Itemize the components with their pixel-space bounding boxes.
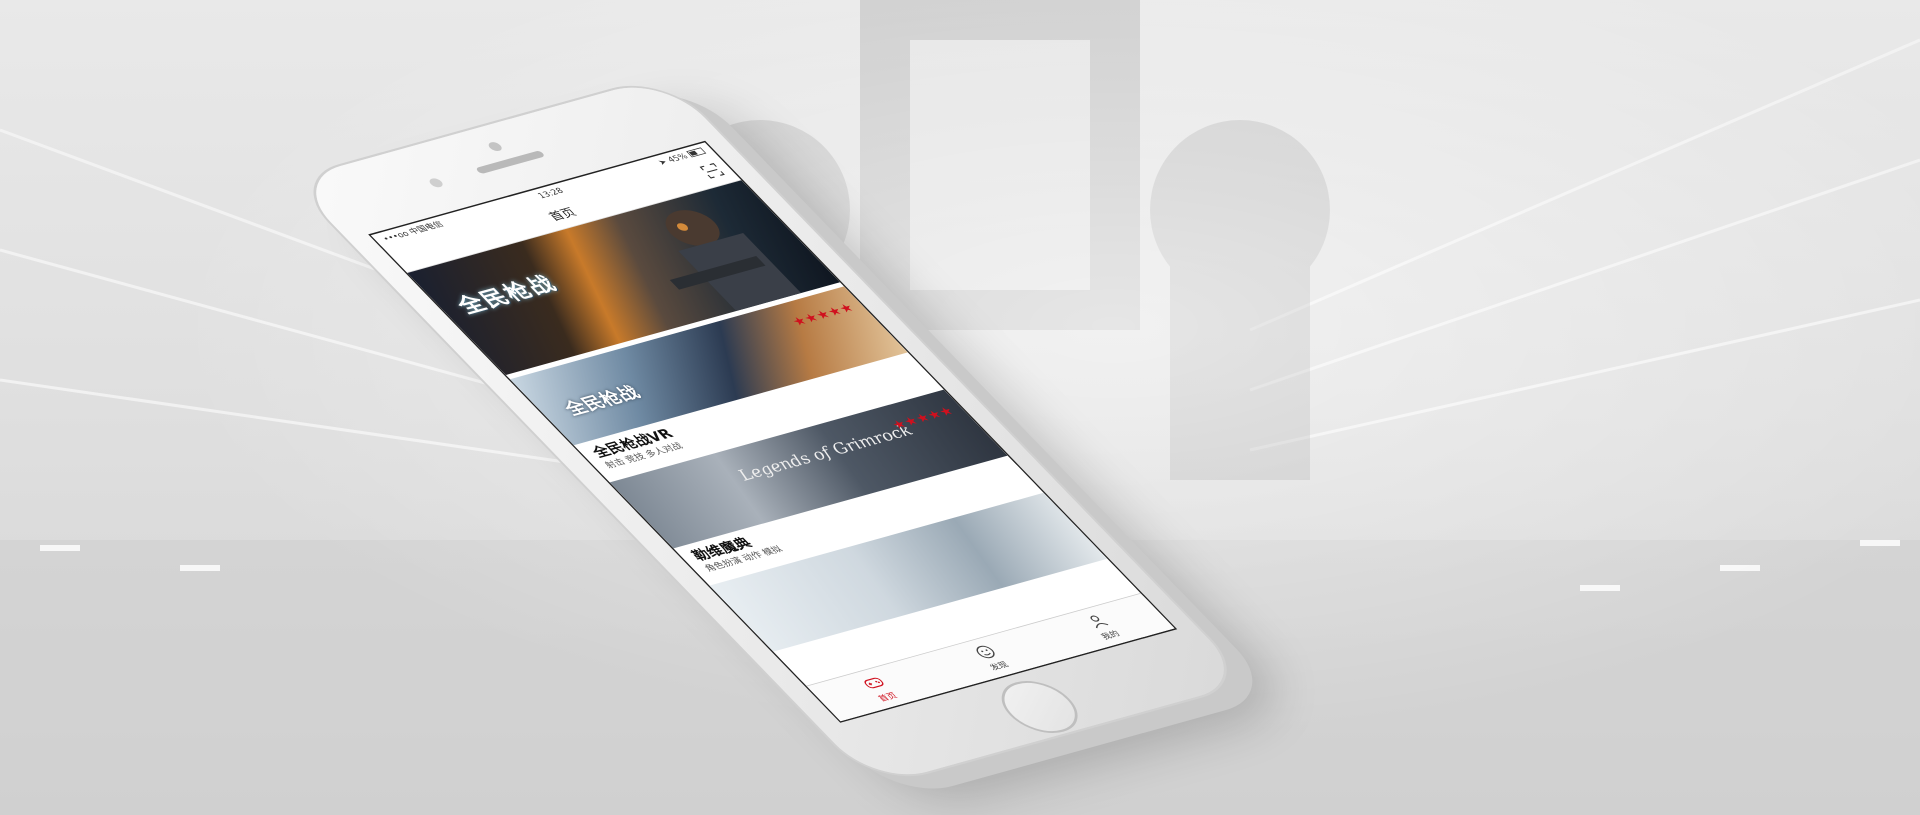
gamepad-icon [864,677,884,688]
tab-label: 发现 [987,659,1011,672]
home-button[interactable] [986,674,1093,740]
game-cover-logo: 全民枪战 [559,382,645,419]
face-icon [976,645,995,658]
proximity-sensor [427,177,446,189]
phone-screen: •••oo 中国电信 13:28 ➤ 45% 首页 全民枪战 全民枪战 ★★★★… [368,140,1178,723]
tab-label: 首页 [875,690,900,703]
phone-mockup: •••oo 中国电信 13:28 ➤ 45% 首页 全民枪战 全民枪战 ★★★★… [290,70,1251,790]
phone-body: •••oo 中国电信 13:28 ➤ 45% 首页 全民枪战 全民枪战 ★★★★… [290,76,1251,786]
battery-icon [686,147,707,158]
banner-logo: 全民枪战 [450,271,564,319]
earpiece-speaker [474,150,546,175]
page-title: 首页 [545,205,580,224]
scan-icon[interactable] [699,162,725,179]
front-camera [486,141,505,153]
game-cover-logo: Legends of Grimrock [733,422,918,485]
person-icon [1089,615,1108,628]
tab-label: 我的 [1098,628,1122,641]
